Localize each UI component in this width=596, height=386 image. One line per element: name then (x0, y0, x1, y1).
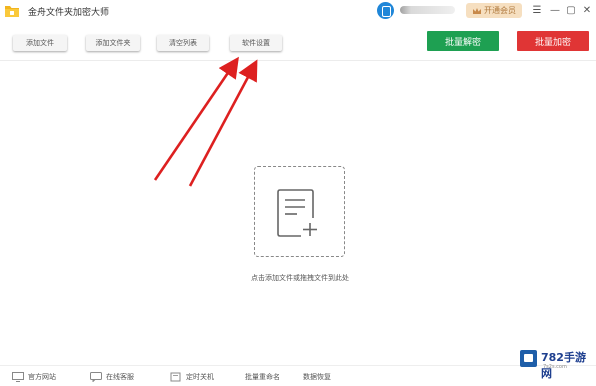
drop-hint-text: 点击添加文件或拖拽文件到此处 (251, 274, 349, 282)
data-recovery-label: 数据恢复 (303, 373, 331, 381)
website-label: 官方网站 (28, 373, 56, 381)
add-document-icon (277, 189, 317, 237)
file-drop-zone[interactable] (254, 166, 345, 257)
batch-rename-label: 批量重命名 (245, 373, 280, 381)
batch-rename-link[interactable]: 批量重命名 (245, 371, 280, 383)
data-recovery-link[interactable]: 数据恢复 (303, 371, 331, 383)
watermark-logo-icon (520, 350, 537, 367)
watermark-url: 7s2s.com (543, 364, 567, 370)
timed-shutdown-label: 定时关机 (186, 373, 214, 381)
monitor-icon (12, 372, 24, 382)
watermark: 782手游网 7s2s.com (520, 349, 592, 380)
timed-shutdown-link[interactable]: 定时关机 (170, 371, 214, 383)
footer-divider (0, 365, 596, 366)
clock-icon (170, 372, 181, 382)
support-link[interactable]: 在线客服 (90, 371, 134, 383)
chat-icon (90, 372, 102, 382)
website-link[interactable]: 官方网站 (12, 371, 56, 383)
support-label: 在线客服 (106, 373, 134, 381)
